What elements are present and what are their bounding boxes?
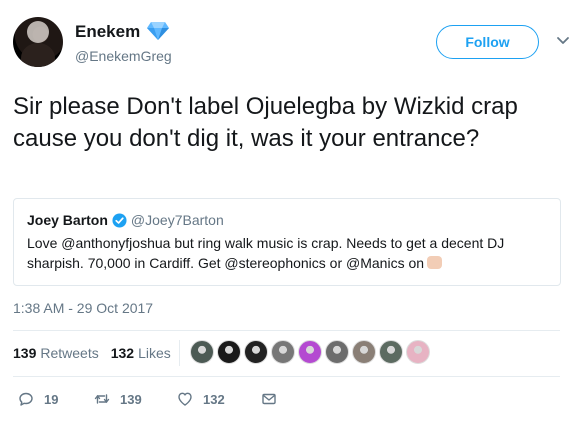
verified-diamond-icon <box>147 22 169 40</box>
likes-count[interactable]: 132 <box>111 345 134 361</box>
reply-icon <box>19 392 33 406</box>
quoted-tweet-header: Joey Barton @Joey7Barton <box>27 211 547 229</box>
retweets-count[interactable]: 139 <box>13 345 36 361</box>
liker-avatars <box>190 340 433 364</box>
retweet-button[interactable]: 139 <box>94 391 177 407</box>
liker-avatar[interactable] <box>190 340 214 364</box>
liker-avatar[interactable] <box>244 340 268 364</box>
reply-button[interactable]: 19 <box>18 391 94 407</box>
retweet-count: 139 <box>120 391 142 407</box>
liker-avatar[interactable] <box>271 340 295 364</box>
liker-avatar[interactable] <box>379 340 403 364</box>
display-name[interactable]: Enekem <box>75 22 140 42</box>
divider <box>13 376 560 377</box>
liker-avatar[interactable] <box>406 340 430 364</box>
user-handle[interactable]: @EnekemGreg <box>75 48 172 64</box>
like-button[interactable]: 132 <box>177 391 261 407</box>
tweet-header: Enekem @EnekemGreg Follow <box>13 11 571 73</box>
follow-button[interactable]: Follow <box>436 25 539 59</box>
tweet-timestamp[interactable]: 1:38 AM - 29 Oct 2017 <box>13 300 153 316</box>
heart-icon <box>178 392 192 406</box>
reply-count: 19 <box>44 391 59 407</box>
tweet-text: Sir please Don't label Ojuelegba by Wizk… <box>13 93 518 152</box>
divider <box>13 330 560 331</box>
tweet-stats: 139 Retweets 132 Likes <box>13 345 171 361</box>
chevron-down-icon[interactable] <box>555 33 571 49</box>
quoted-handle[interactable]: @Joey7Barton <box>131 212 224 228</box>
quoted-tweet-text: Love @anthonyfjoshua but ring walk music… <box>27 233 547 273</box>
likes-label[interactable]: Likes <box>138 345 171 361</box>
fist-bump-emoji-icon <box>427 256 443 269</box>
avatar[interactable] <box>13 17 63 67</box>
liker-avatar[interactable] <box>298 340 322 364</box>
liker-avatar[interactable] <box>352 340 376 364</box>
verified-badge-icon <box>112 212 127 228</box>
direct-message-button[interactable] <box>261 391 277 407</box>
retweet-icon <box>94 394 110 404</box>
stats-separator <box>179 340 180 366</box>
like-count: 132 <box>203 391 225 407</box>
tweet-actions: 19 139 132 <box>13 391 277 407</box>
liker-avatar[interactable] <box>325 340 349 364</box>
quoted-display-name[interactable]: Joey Barton <box>27 212 108 228</box>
envelope-icon <box>262 393 276 405</box>
quoted-tweet[interactable]: Joey Barton @Joey7Barton Love @anthonyfj… <box>13 198 561 286</box>
liker-avatar[interactable] <box>217 340 241 364</box>
retweets-label[interactable]: Retweets <box>40 345 98 361</box>
